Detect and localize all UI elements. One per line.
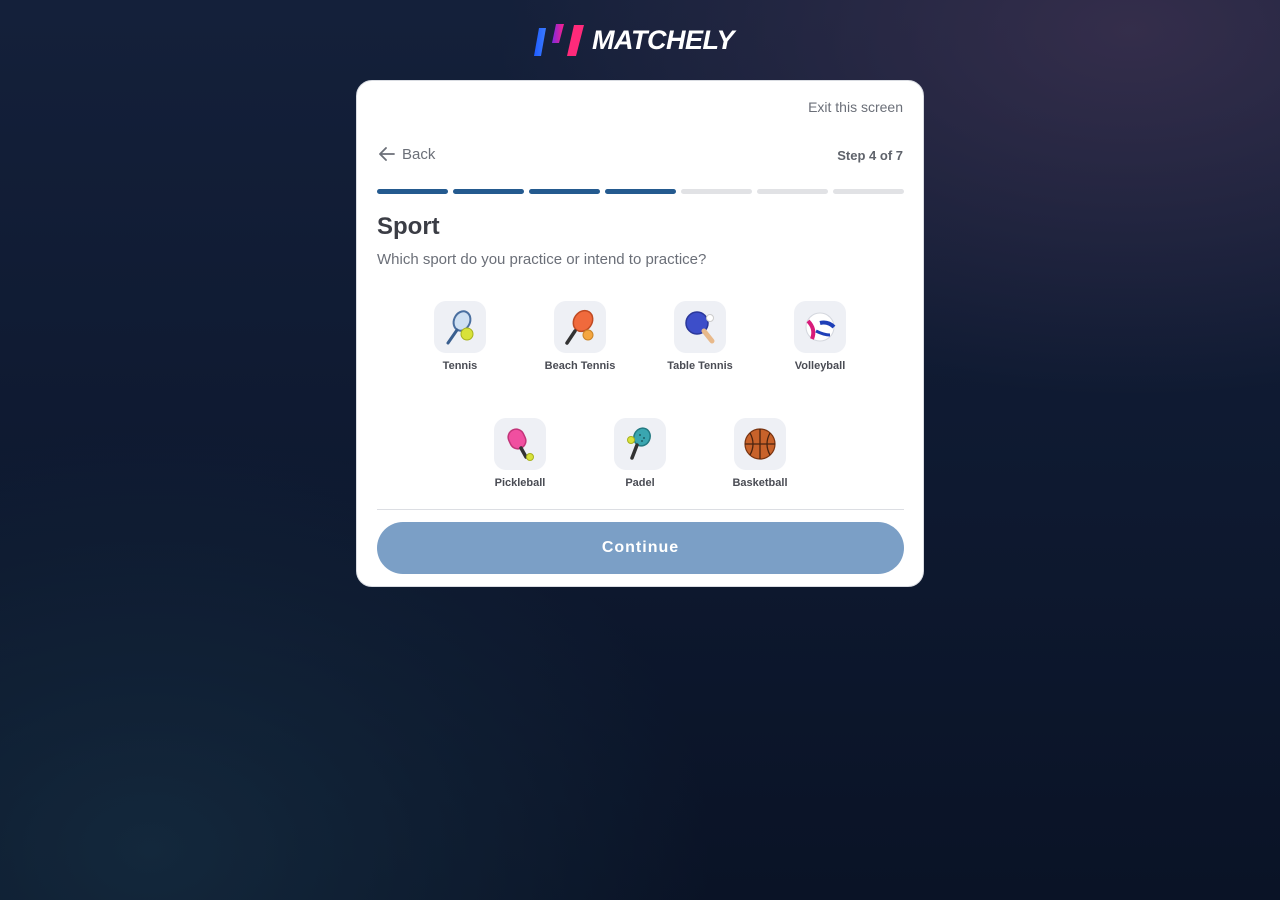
sport-tile	[494, 418, 546, 470]
matchely-logo: MATCHELY	[534, 22, 746, 58]
sport-option-pickleball[interactable]: Pickleball	[470, 418, 570, 489]
sport-option-beach-tennis[interactable]: Beach Tennis	[530, 301, 630, 372]
progress-segment	[605, 189, 676, 194]
progress-segment	[757, 189, 828, 194]
tennis-racket-icon	[446, 310, 474, 345]
step-indicator: Step 4 of 7	[837, 148, 903, 163]
continue-button[interactable]: Continue	[377, 522, 904, 574]
sport-option-table-tennis[interactable]: Table Tennis	[650, 301, 750, 372]
matchely-logo-mark-icon	[534, 24, 584, 56]
ping-pong-paddle-icon	[685, 311, 715, 344]
progress-segment	[681, 189, 752, 194]
sport-label: Pickleball	[494, 477, 546, 489]
sport-tile	[554, 301, 606, 353]
progress-segment	[529, 189, 600, 194]
page-subtitle: Which sport do you practice or intend to…	[377, 251, 707, 268]
sport-label: Volleyball	[794, 360, 846, 372]
sport-label: Beach Tennis	[544, 360, 616, 372]
padel-racket-icon	[627, 427, 651, 460]
sport-label: Tennis	[442, 360, 478, 372]
pickleball-paddle-icon	[507, 428, 534, 461]
sport-label: Padel	[625, 477, 655, 489]
basketball-icon	[744, 428, 776, 460]
page-title: Sport	[377, 213, 440, 240]
back-label: Back	[402, 145, 436, 163]
sport-option-tennis[interactable]: Tennis	[410, 301, 510, 372]
arrow-left-icon	[379, 147, 395, 161]
volleyball-icon	[805, 312, 836, 342]
beach-tennis-paddle-icon	[565, 309, 594, 345]
progress-bar	[377, 189, 904, 194]
sport-tile	[614, 418, 666, 470]
exit-screen-link[interactable]: Exit this screen	[808, 99, 903, 115]
brand-name: MATCHELY	[592, 24, 734, 55]
sport-label: Table Tennis	[667, 360, 733, 372]
sport-option-basketball[interactable]: Basketball	[710, 418, 810, 489]
sport-tile	[674, 301, 726, 353]
sport-tile	[434, 301, 486, 353]
back-button[interactable]: Back	[378, 145, 435, 163]
sport-tile	[794, 301, 846, 353]
footer-divider	[377, 509, 904, 510]
sport-tile	[734, 418, 786, 470]
onboarding-card: Exit this screen Back Step 4 of 7 Sport …	[356, 80, 924, 587]
sport-label: Basketball	[732, 477, 788, 489]
progress-segment	[453, 189, 524, 194]
progress-segment	[377, 189, 448, 194]
progress-segment	[833, 189, 904, 194]
sport-option-volleyball[interactable]: Volleyball	[770, 301, 870, 372]
sport-option-padel[interactable]: Padel	[590, 418, 690, 489]
